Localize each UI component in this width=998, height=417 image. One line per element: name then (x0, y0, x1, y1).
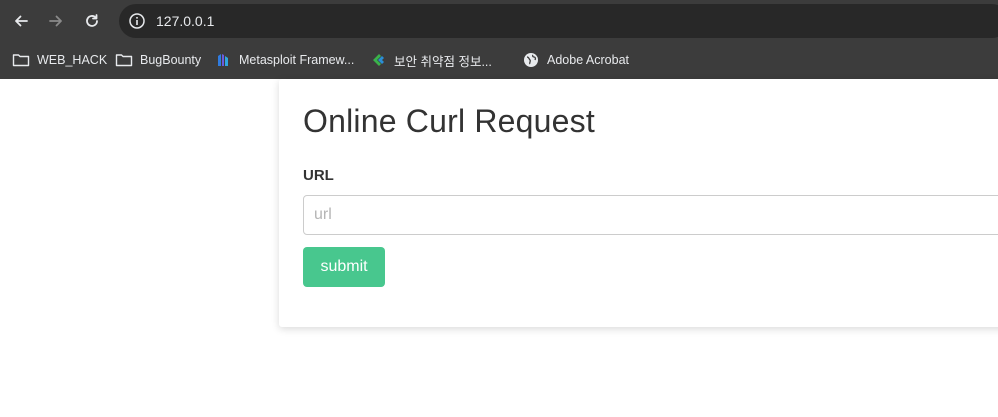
bookmark-security-info[interactable]: 보안 취약점 정보... (369, 50, 492, 70)
address-bar[interactable]: 127.0.0.1 (119, 4, 998, 38)
reload-button[interactable] (80, 9, 104, 33)
bookmark-label: WEB_HACK (37, 53, 108, 67)
bookmark-adobe-acrobat[interactable]: Adobe Acrobat (522, 50, 629, 70)
url-field-label: URL (303, 167, 334, 184)
folder-icon (12, 51, 30, 69)
bookmark-label: 보안 취약점 정보... (394, 54, 492, 69)
globe-icon (522, 51, 540, 69)
security-site-icon (369, 51, 387, 69)
bookmark-metasploit[interactable]: Metasploit Framew... (214, 50, 354, 70)
bookmark-label: Adobe Acrobat (547, 53, 630, 67)
reload-icon (86, 14, 98, 27)
site-info-icon[interactable] (128, 12, 146, 30)
address-url: 127.0.0.1 (156, 13, 215, 29)
page-content: Online Curl Request URL submit (0, 79, 998, 417)
submit-button[interactable]: submit (303, 247, 385, 287)
forward-arrow-icon (49, 15, 62, 27)
url-input[interactable] (303, 195, 998, 235)
bookmark-web-hack[interactable]: WEB_HACK (12, 50, 107, 70)
back-arrow-icon (15, 15, 28, 27)
folder-icon (115, 51, 133, 69)
bookmark-label: BugBounty (140, 53, 202, 67)
metasploit-icon (214, 51, 232, 69)
bookmark-label: Metasploit Framew... (239, 53, 355, 67)
browser-toolbar: 127.0.0.1 (0, 0, 998, 42)
back-button[interactable] (9, 9, 33, 33)
curl-form-card: Online Curl Request URL submit (279, 79, 998, 327)
bookmark-bugbounty[interactable]: BugBounty (115, 50, 201, 70)
page-title: Online Curl Request (303, 103, 595, 139)
bookmarks-bar: WEB_HACK BugBounty Metasploit Framew... … (0, 42, 998, 79)
forward-button[interactable] (44, 9, 68, 33)
